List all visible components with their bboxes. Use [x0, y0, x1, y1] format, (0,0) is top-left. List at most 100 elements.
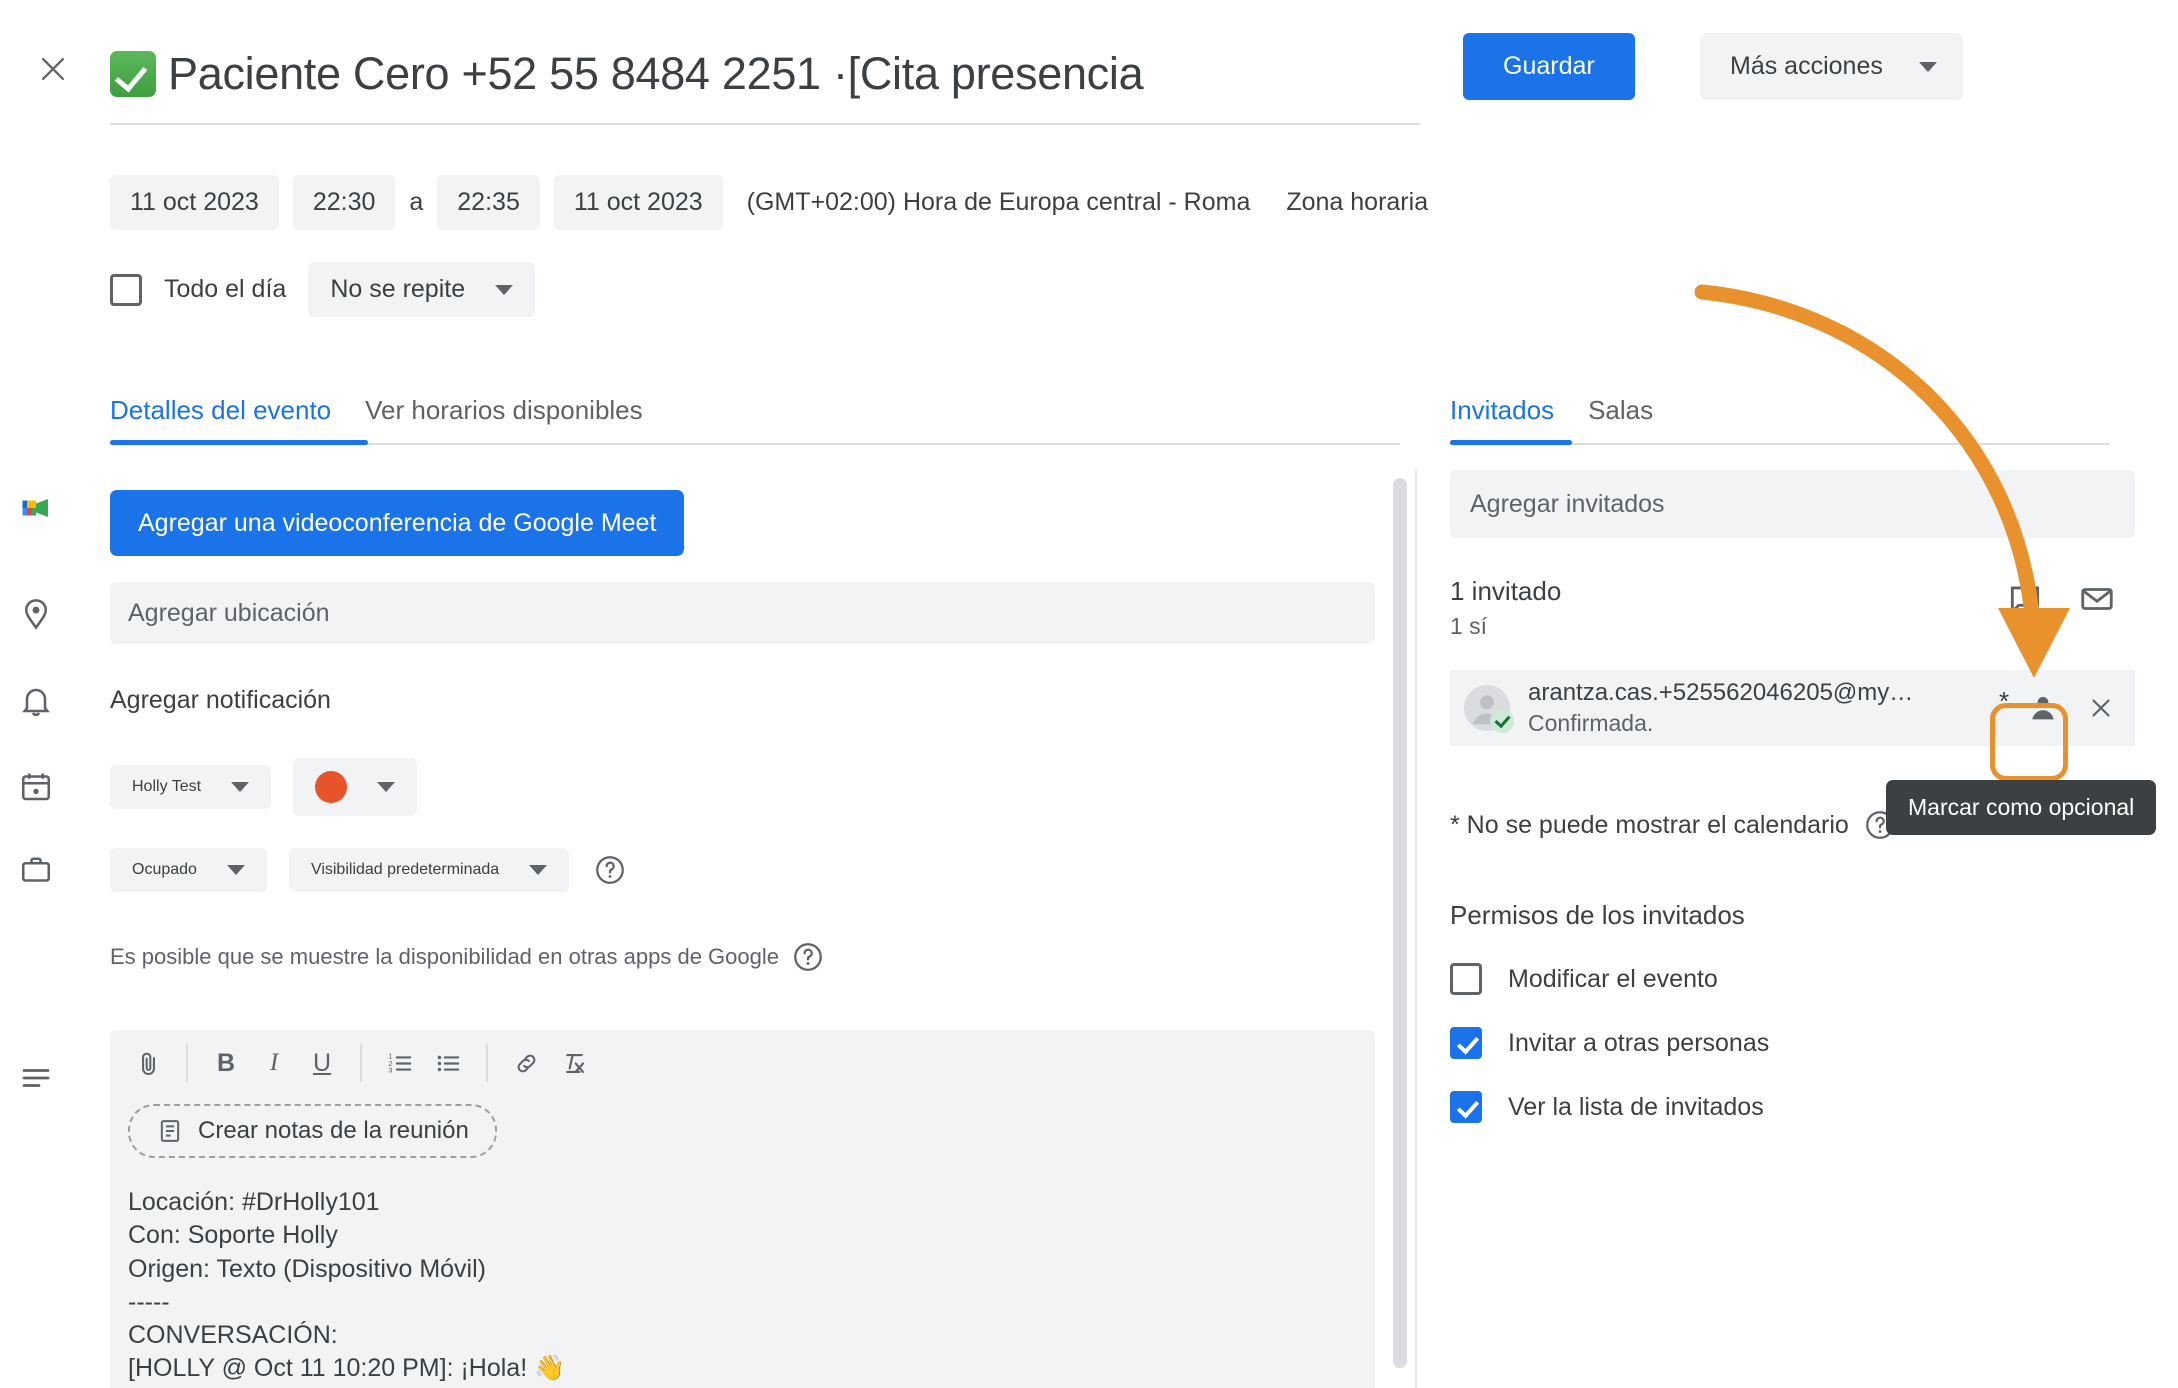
chevron-down-icon [529, 865, 548, 875]
description-icon [12, 1060, 60, 1096]
create-meeting-notes-label: Crear notas de la reunión [198, 1117, 469, 1144]
all-day-row: Todo el día No se repite [110, 262, 536, 317]
right-tabs-rule [1450, 440, 2110, 445]
chevron-down-icon [226, 865, 245, 875]
white-check-mark-emoji [110, 51, 156, 97]
permission-see-guest-list[interactable]: Ver la lista de invitados [1450, 1091, 2150, 1123]
permission-checkbox[interactable] [1450, 963, 1482, 995]
bulleted-list-icon[interactable] [424, 1039, 472, 1087]
active-tab-indicator [110, 440, 368, 445]
save-button[interactable]: Guardar [1463, 33, 1635, 100]
timezone-link[interactable]: Zona horaria [1286, 188, 1428, 217]
toolbar-divider [486, 1044, 488, 1082]
add-notification-link[interactable]: Agregar notificación [110, 678, 331, 715]
chat-bubble-icon[interactable] [2006, 580, 2044, 618]
notification-row: Agregar notificación [12, 678, 331, 720]
visibility-label: Visibilidad predeterminada [310, 861, 500, 878]
availability-row: Ocupado Visibilidad predeterminada [12, 848, 627, 892]
recurrence-dropdown[interactable]: No se repite [308, 262, 536, 317]
underline-icon[interactable]: U [298, 1039, 346, 1087]
timezone-label: (GMT+02:00) Hora de Europa central - Rom… [746, 188, 1251, 216]
calendar-icon [12, 769, 60, 805]
google-meet-icon [12, 490, 60, 526]
rsvp-accepted-badge [1490, 709, 1514, 733]
permission-checkbox[interactable] [1450, 1091, 1482, 1123]
italic-icon[interactable]: I [250, 1039, 298, 1087]
end-time-field[interactable]: 22:35 [437, 175, 540, 230]
calendar-unavailable-text: * No se puede mostrar el calendario [1450, 810, 1849, 839]
end-date-field[interactable]: 11 oct 2023 [553, 175, 723, 230]
add-guests-input[interactable]: Agregar invitados [1450, 470, 2135, 538]
close-icon[interactable] [30, 46, 76, 92]
chevron-down-icon [1918, 61, 1937, 72]
permission-modify-event[interactable]: Modificar el evento [1450, 963, 2150, 995]
clear-format-icon[interactable] [550, 1039, 598, 1087]
left-tabs: Detalles del evento Ver horarios disponi… [110, 395, 1400, 445]
chevron-down-icon [377, 782, 396, 792]
time-separator: a [409, 188, 424, 216]
document-icon [160, 1120, 180, 1142]
all-day-checkbox[interactable] [110, 273, 142, 306]
bold-icon[interactable]: B [202, 1039, 250, 1087]
color-dropdown[interactable] [293, 758, 418, 816]
more-actions-button[interactable]: Más acciones [1700, 33, 1963, 100]
permission-invite-others[interactable]: Invitar a otras personas [1450, 1027, 2150, 1059]
description-text[interactable]: Locación: #DrHolly101 Con: Soporte Holly… [128, 1186, 1375, 1386]
start-date-field[interactable]: 11 oct 2023 [110, 175, 279, 230]
calendar-name: Holly Test [132, 778, 202, 795]
busy-status-dropdown[interactable]: Ocupado [110, 848, 267, 892]
guest-count-row: 1 invitado 1 sí [1450, 576, 2150, 654]
left-panel-scrollbar[interactable] [1393, 478, 1407, 1368]
add-google-meet-button[interactable]: Agregar una videoconferencia de Google M… [110, 490, 685, 556]
guest-info: arantza.cas.+525562046205@my… Confirmada… [1528, 679, 2015, 737]
briefcase-icon [12, 852, 60, 888]
guest-status: Confirmada. [1528, 710, 1654, 736]
mark-optional-button[interactable]: * [1999, 680, 2071, 736]
availability-note-text: Es posible que se muestre la disponibili… [110, 944, 779, 969]
event-editor-page: Paciente Cero +52 55 8484 2251 ·[Cita pr… [0, 0, 2178, 1388]
attach-icon[interactable] [124, 1039, 172, 1087]
recurrence-label: No se repite [330, 275, 466, 303]
svg-text:3: 3 [388, 1065, 392, 1074]
permission-label: Invitar a otras personas [1508, 1028, 1770, 1057]
active-tab-indicator [1450, 440, 1572, 445]
person-icon [2032, 696, 2054, 720]
visibility-dropdown[interactable]: Visibilidad predeterminada [288, 848, 570, 892]
chevron-down-icon [231, 782, 250, 792]
left-tabs-rule [110, 440, 1400, 445]
bell-icon [12, 678, 60, 720]
start-time-field[interactable]: 22:30 [292, 175, 396, 230]
busy-status-label: Ocupado [132, 861, 197, 878]
header: Paciente Cero +52 55 8484 2251 ·[Cita pr… [0, 0, 2178, 130]
all-day-label: Todo el día [164, 275, 287, 303]
location-input[interactable]: Agregar ubicación [110, 582, 1375, 644]
help-icon[interactable] [593, 853, 627, 887]
link-icon[interactable] [502, 1039, 550, 1087]
tab-rooms[interactable]: Salas [1588, 395, 1653, 443]
calendar-dropdown[interactable]: Holly Test [110, 765, 272, 809]
tab-available-times[interactable]: Ver horarios disponibles [365, 395, 643, 443]
event-title-field[interactable]: Paciente Cero +52 55 8484 2251 ·[Cita pr… [110, 25, 1420, 125]
tab-event-details[interactable]: Detalles del evento [110, 395, 331, 443]
location-pin-icon [12, 582, 60, 632]
permission-label: Modificar el evento [1508, 964, 1718, 993]
avatar [1464, 685, 1514, 733]
right-tabs: Invitados Salas [1450, 395, 2110, 445]
help-icon[interactable] [791, 940, 825, 974]
guest-list-item[interactable]: arantza.cas.+525562046205@my… Confirmada… [1450, 670, 2135, 746]
remove-guest-button[interactable] [2077, 684, 2125, 732]
toolbar-divider [186, 1044, 188, 1082]
calendar-row: Holly Test [12, 758, 418, 816]
optional-asterisk: * [1999, 686, 2010, 716]
more-actions-label: Más acciones [1730, 52, 1883, 80]
create-meeting-notes-button[interactable]: Crear notas de la reunión [128, 1104, 497, 1158]
description-editor[interactable]: B I U 1 2 3 Crear notas de la reunión Lo… [110, 1030, 1375, 1388]
availability-note: Es posible que se muestre la disponibili… [110, 940, 825, 974]
permission-checkbox[interactable] [1450, 1027, 1482, 1059]
tab-guests[interactable]: Invitados [1450, 395, 1554, 443]
numbered-list-icon[interactable]: 1 2 3 [376, 1039, 424, 1087]
permission-label: Ver la lista de invitados [1508, 1092, 1764, 1121]
tooltip-mark-as-optional: Marcar como opcional [1886, 780, 2157, 835]
envelope-icon[interactable] [2078, 580, 2116, 618]
toolbar-divider [360, 1044, 362, 1082]
